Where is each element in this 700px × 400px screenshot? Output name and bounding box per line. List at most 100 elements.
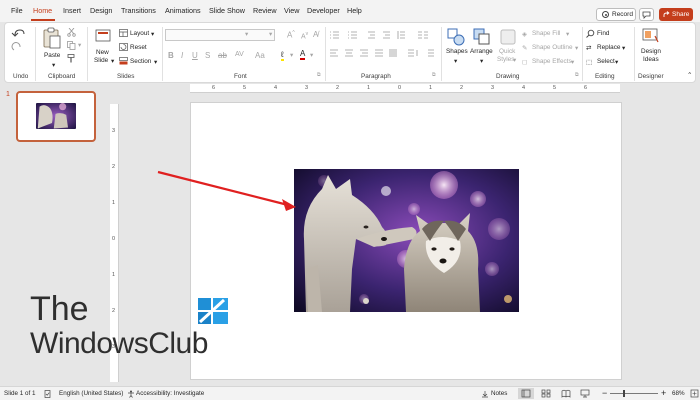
select-chevron-icon[interactable]: ▾ — [615, 58, 618, 66]
shape-fill-icon[interactable]: ◈ — [522, 30, 527, 38]
slide-picture[interactable] — [294, 169, 519, 312]
change-case-icon[interactable]: Aa — [255, 51, 265, 60]
quick-styles-label-line1[interactable]: Quick — [499, 48, 515, 55]
zoom-in-icon[interactable]: + — [661, 388, 666, 398]
tab-file[interactable]: File — [11, 6, 23, 15]
underline-icon[interactable]: U — [192, 51, 198, 60]
strikethrough-icon[interactable]: ab — [218, 51, 227, 60]
tab-help[interactable]: Help — [347, 6, 362, 15]
collapse-ribbon-chevron-icon[interactable]: ⌃ — [687, 71, 692, 79]
paste-icon[interactable] — [43, 27, 61, 49]
red-arrow-annotation — [157, 170, 296, 211]
copy-dropdown-chevron-icon[interactable]: ▾ — [78, 41, 81, 49]
shape-outline-icon[interactable]: ✎ — [522, 44, 527, 52]
slide-show-view-icon[interactable] — [580, 389, 590, 398]
slide-sorter-view-icon[interactable] — [541, 389, 551, 398]
shrink-font-icon[interactable]: Av — [301, 31, 308, 40]
paragraph-list-icons[interactable] — [328, 30, 438, 40]
paste-button[interactable]: Paste — [44, 52, 60, 59]
tab-view[interactable]: View — [284, 6, 299, 15]
section-chevron-icon[interactable]: ▾ — [154, 58, 157, 66]
tab-design[interactable]: Design — [90, 6, 112, 15]
grow-font-icon[interactable]: A^ — [287, 30, 295, 40]
tab-home[interactable]: Home — [33, 6, 52, 15]
find-button[interactable]: Find — [597, 30, 609, 37]
select-button[interactable]: Select — [597, 58, 615, 65]
fit-to-window-icon[interactable] — [690, 389, 699, 398]
paragraph-align-icons[interactable] — [328, 48, 438, 58]
arrange-icon[interactable] — [473, 28, 491, 46]
zoom-out-icon[interactable]: − — [602, 388, 607, 398]
italic-icon[interactable]: I — [181, 51, 183, 60]
replace-button[interactable]: Replace — [597, 44, 620, 51]
shapes-chevron-icon[interactable]: ▾ — [454, 57, 457, 65]
design-ideas-label-line1[interactable]: Design — [641, 48, 661, 55]
tab-animations[interactable]: Animations — [165, 6, 201, 15]
cut-icon[interactable] — [67, 28, 76, 37]
shapes-button[interactable]: Shapes — [446, 48, 468, 55]
layout-chevron-icon[interactable]: ▾ — [151, 30, 154, 38]
quick-styles-chevron-icon[interactable]: ▾ — [513, 56, 516, 64]
shapes-icon[interactable] — [447, 28, 465, 46]
shape-fill-button[interactable]: Shape Fill — [532, 30, 560, 37]
tab-slide-show[interactable]: Slide Show — [209, 6, 245, 15]
new-slide-icon[interactable] — [95, 28, 111, 44]
font-size-chevron-icon[interactable]: ▾ — [269, 30, 272, 38]
clear-formatting-icon[interactable]: A̸ — [313, 30, 318, 39]
tab-transitions[interactable]: Transitions — [121, 6, 156, 15]
arrange-chevron-icon[interactable]: ▾ — [480, 57, 483, 65]
language-indicator[interactable]: English (United States) — [59, 390, 123, 397]
redo-icon[interactable] — [11, 41, 23, 53]
paste-dropdown-chevron-icon[interactable]: ▾ — [52, 61, 55, 69]
shape-fill-chevron-icon[interactable]: ▾ — [566, 30, 569, 38]
tab-insert[interactable]: Insert — [63, 6, 81, 15]
accessibility-status[interactable]: Accessibility: Investigate — [136, 390, 204, 397]
zoom-slider-track[interactable] — [610, 393, 658, 394]
font-dialog-launcher-icon[interactable]: ⧉ — [317, 72, 321, 78]
design-ideas-label-line2[interactable]: Ideas — [643, 56, 659, 63]
notes-button[interactable]: Notes — [491, 390, 507, 397]
bold-icon[interactable]: B — [168, 51, 174, 60]
highlight-icon[interactable]: ℓ — [281, 50, 284, 61]
font-name-combobox[interactable] — [165, 29, 275, 41]
char-spacing-icon[interactable]: AV — [235, 51, 244, 58]
layout-button[interactable]: Layout — [130, 30, 149, 37]
shape-effects-chevron-icon[interactable]: ▾ — [571, 58, 574, 66]
font-color-icon[interactable]: A — [300, 49, 306, 60]
spelling-icon[interactable] — [44, 390, 52, 398]
shadow-icon[interactable]: S — [205, 51, 210, 60]
highlight-chevron-icon[interactable]: ▾ — [290, 51, 293, 59]
shape-effects-icon[interactable]: ◻ — [522, 58, 527, 66]
replace-chevron-icon[interactable]: ▾ — [622, 44, 625, 52]
accessibility-icon — [128, 390, 134, 398]
copy-icon[interactable] — [67, 41, 76, 50]
arrange-button[interactable]: Arrange — [470, 48, 493, 55]
reading-view-icon[interactable] — [561, 389, 571, 398]
font-name-chevron-icon[interactable]: ▾ — [245, 30, 248, 38]
shape-outline-chevron-icon[interactable]: ▾ — [575, 44, 578, 52]
tab-review[interactable]: Review — [253, 6, 277, 15]
reset-button[interactable]: Reset — [130, 44, 147, 51]
tab-developer[interactable]: Developer — [307, 6, 340, 15]
new-slide-label-line2[interactable]: Slide — [94, 57, 108, 64]
new-slide-chevron-icon[interactable]: ▾ — [111, 57, 114, 65]
zoom-level[interactable]: 68% — [672, 390, 685, 397]
normal-view-button[interactable] — [518, 388, 534, 399]
design-ideas-icon[interactable] — [642, 27, 660, 45]
share-button[interactable]: Share — [659, 8, 693, 21]
paragraph-dialog-launcher-icon[interactable]: ⧉ — [432, 72, 436, 78]
shape-outline-button[interactable]: Shape Outline — [532, 44, 573, 51]
drawing-dialog-launcher-icon[interactable]: ⧉ — [575, 72, 579, 78]
new-slide-label-line1[interactable]: New — [96, 49, 109, 56]
quick-styles-label-line2[interactable]: Styles — [497, 56, 514, 63]
font-color-chevron-icon[interactable]: ▾ — [310, 51, 313, 59]
comments-button[interactable] — [639, 8, 654, 21]
quick-styles-icon[interactable] — [499, 28, 517, 46]
ruler-label: 2 — [460, 85, 464, 91]
shape-effects-button[interactable]: Shape Effects — [532, 58, 572, 65]
section-button[interactable]: Section — [130, 58, 151, 65]
record-button[interactable]: Record — [596, 8, 636, 21]
undo-icon[interactable] — [11, 27, 27, 39]
zoom-slider-thumb[interactable] — [623, 390, 625, 397]
format-painter-icon[interactable] — [67, 54, 76, 63]
